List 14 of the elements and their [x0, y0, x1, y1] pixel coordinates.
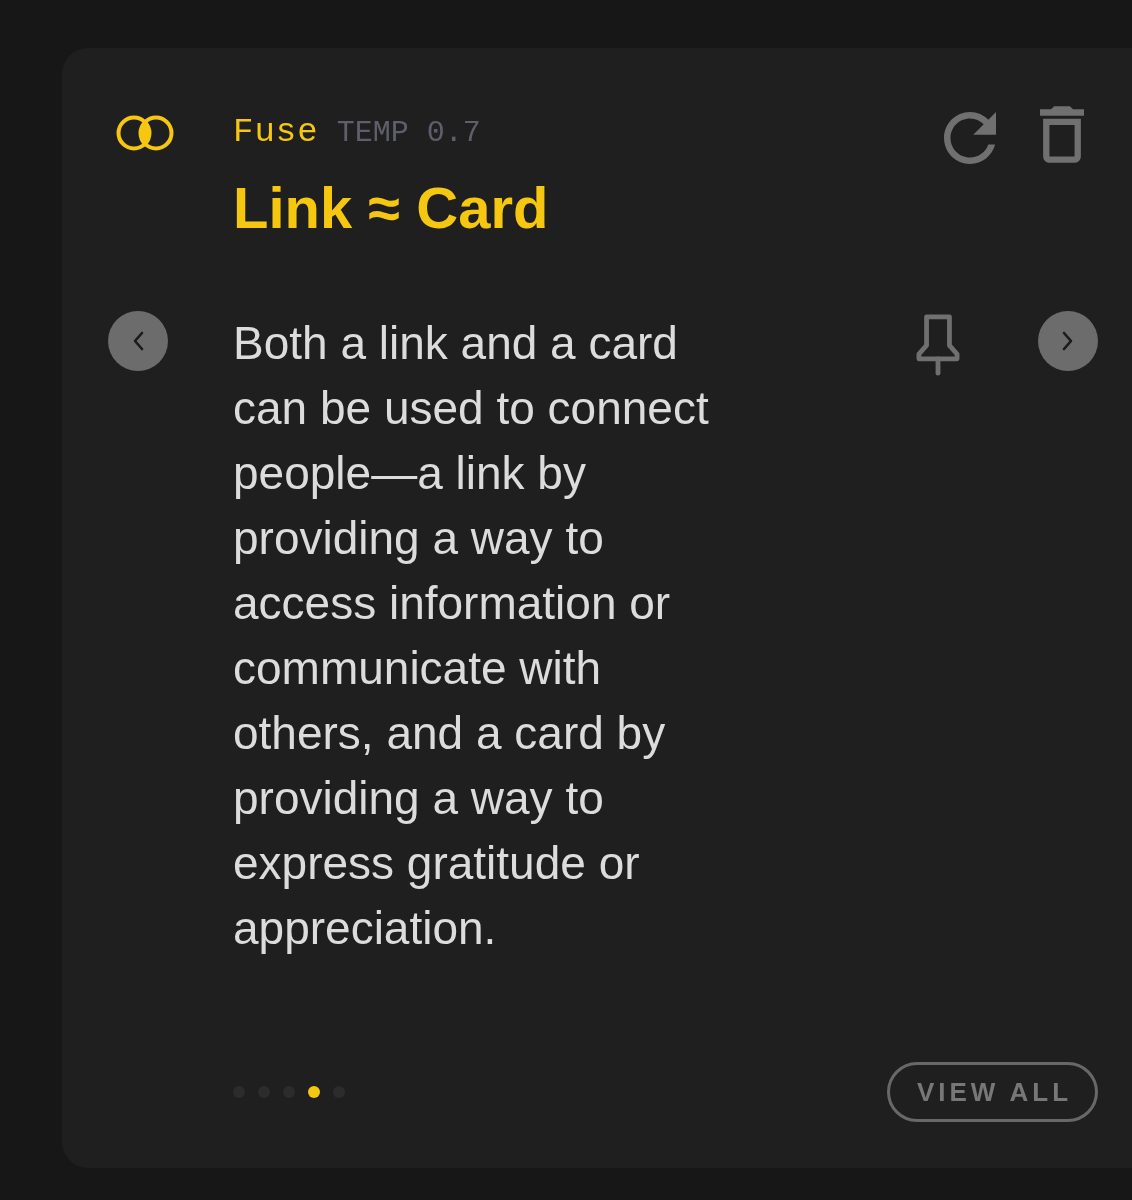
card-body-text: Both a link and a card can be used to connect people—a link by providing a way to access information or communicate with others, and a card by providing a way to express gratitude or appreciation. — [233, 316, 710, 956]
page-dot-icon[interactable] — [308, 1086, 320, 1098]
chevron-right-icon — [1062, 331, 1074, 351]
next-button[interactable] — [1038, 311, 1098, 371]
chevron-left-icon — [132, 331, 144, 351]
refresh-icon[interactable] — [944, 112, 996, 164]
overlapping-circles-logo-icon — [115, 115, 175, 151]
app-name: Fuse — [233, 112, 319, 153]
view-all-button[interactable]: VIEW ALL — [887, 1062, 1098, 1122]
pin-icon[interactable] — [915, 313, 961, 376]
trash-icon[interactable] — [1040, 106, 1084, 163]
previous-button[interactable] — [108, 311, 168, 371]
temperature-label: TEMP 0.7 — [336, 115, 481, 152]
card-title: Link ≈ Card — [233, 175, 550, 241]
